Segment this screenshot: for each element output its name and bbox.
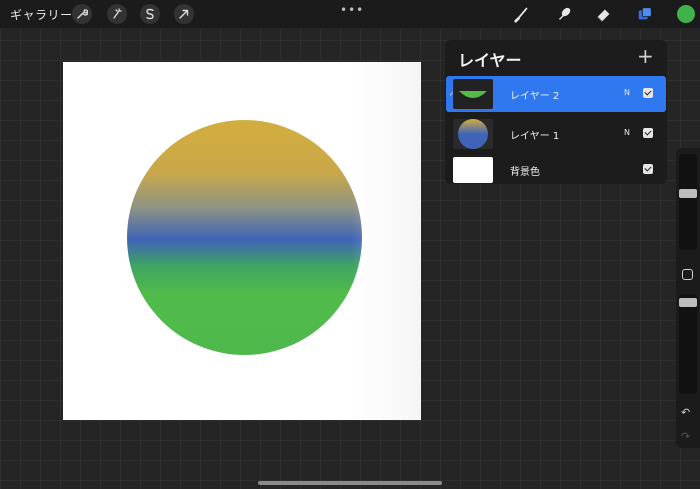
brush-button[interactable] [512,4,532,24]
side-bar: ↶ ↷ [676,148,700,448]
layers-panel: レイヤー + ✓ レイヤー 2 N レイヤー 1 N 背景色 [445,40,667,184]
more-options-icon[interactable]: ••• [340,3,364,17]
wrench-icon [77,9,88,19]
smudge-icon [559,7,571,20]
arrow-cursor-icon [179,9,189,19]
add-layer-button[interactable]: + [637,44,654,68]
magic-wand-icon [113,8,122,19]
panel-title: レイヤー [458,51,522,70]
gallery-button[interactable]: ギャラリー [10,6,73,23]
blend-mode-button[interactable]: N [624,128,630,137]
visibility-checkbox[interactable] [643,128,653,138]
opacity-slider[interactable] [679,294,697,394]
redo-icon[interactable]: ↷ [681,430,690,443]
background-color-swatch [453,157,493,183]
opacity-thumb[interactable] [679,298,697,307]
selection-button[interactable] [140,4,160,24]
home-indicator [258,481,442,485]
layer-name: 背景色 [510,167,540,178]
gradient-circle [127,120,362,355]
undo-icon[interactable]: ↶ [681,406,690,419]
color-picker-button[interactable] [677,5,695,23]
layer-1-preview [458,119,488,149]
layer-name: レイヤー 2 [510,91,560,102]
layer-thumbnail [453,79,493,109]
visibility-checkbox[interactable] [643,88,653,98]
layer-row-2[interactable]: ✓ レイヤー 2 N [446,76,666,112]
layers-button[interactable] [635,4,655,24]
modify-button[interactable] [682,269,693,280]
drawing-canvas[interactable] [63,62,421,420]
top-toolbar: ギャラリー ••• [0,0,700,28]
smudge-button[interactable] [554,4,574,24]
canvas-shading [351,62,421,420]
layer-2-preview [459,91,487,98]
selection-s-icon [146,8,154,20]
brush-icon [514,7,528,23]
adjustments-button[interactable] [107,4,127,24]
actions-button[interactable] [72,4,92,24]
layers-icon [638,7,652,20]
brush-size-slider[interactable] [679,154,697,250]
layer-name: レイヤー 1 [510,131,560,142]
brush-size-thumb[interactable] [679,189,697,198]
layer-thumbnail [453,119,493,149]
transform-button[interactable] [174,4,194,24]
blend-mode-button[interactable]: N [624,88,630,97]
visibility-checkbox[interactable] [643,164,653,174]
eraser-icon [597,9,610,22]
eraser-button[interactable] [594,4,614,24]
layer-row-1[interactable]: レイヤー 1 N [446,116,666,152]
layer-row-background[interactable]: 背景色 [446,153,666,189]
